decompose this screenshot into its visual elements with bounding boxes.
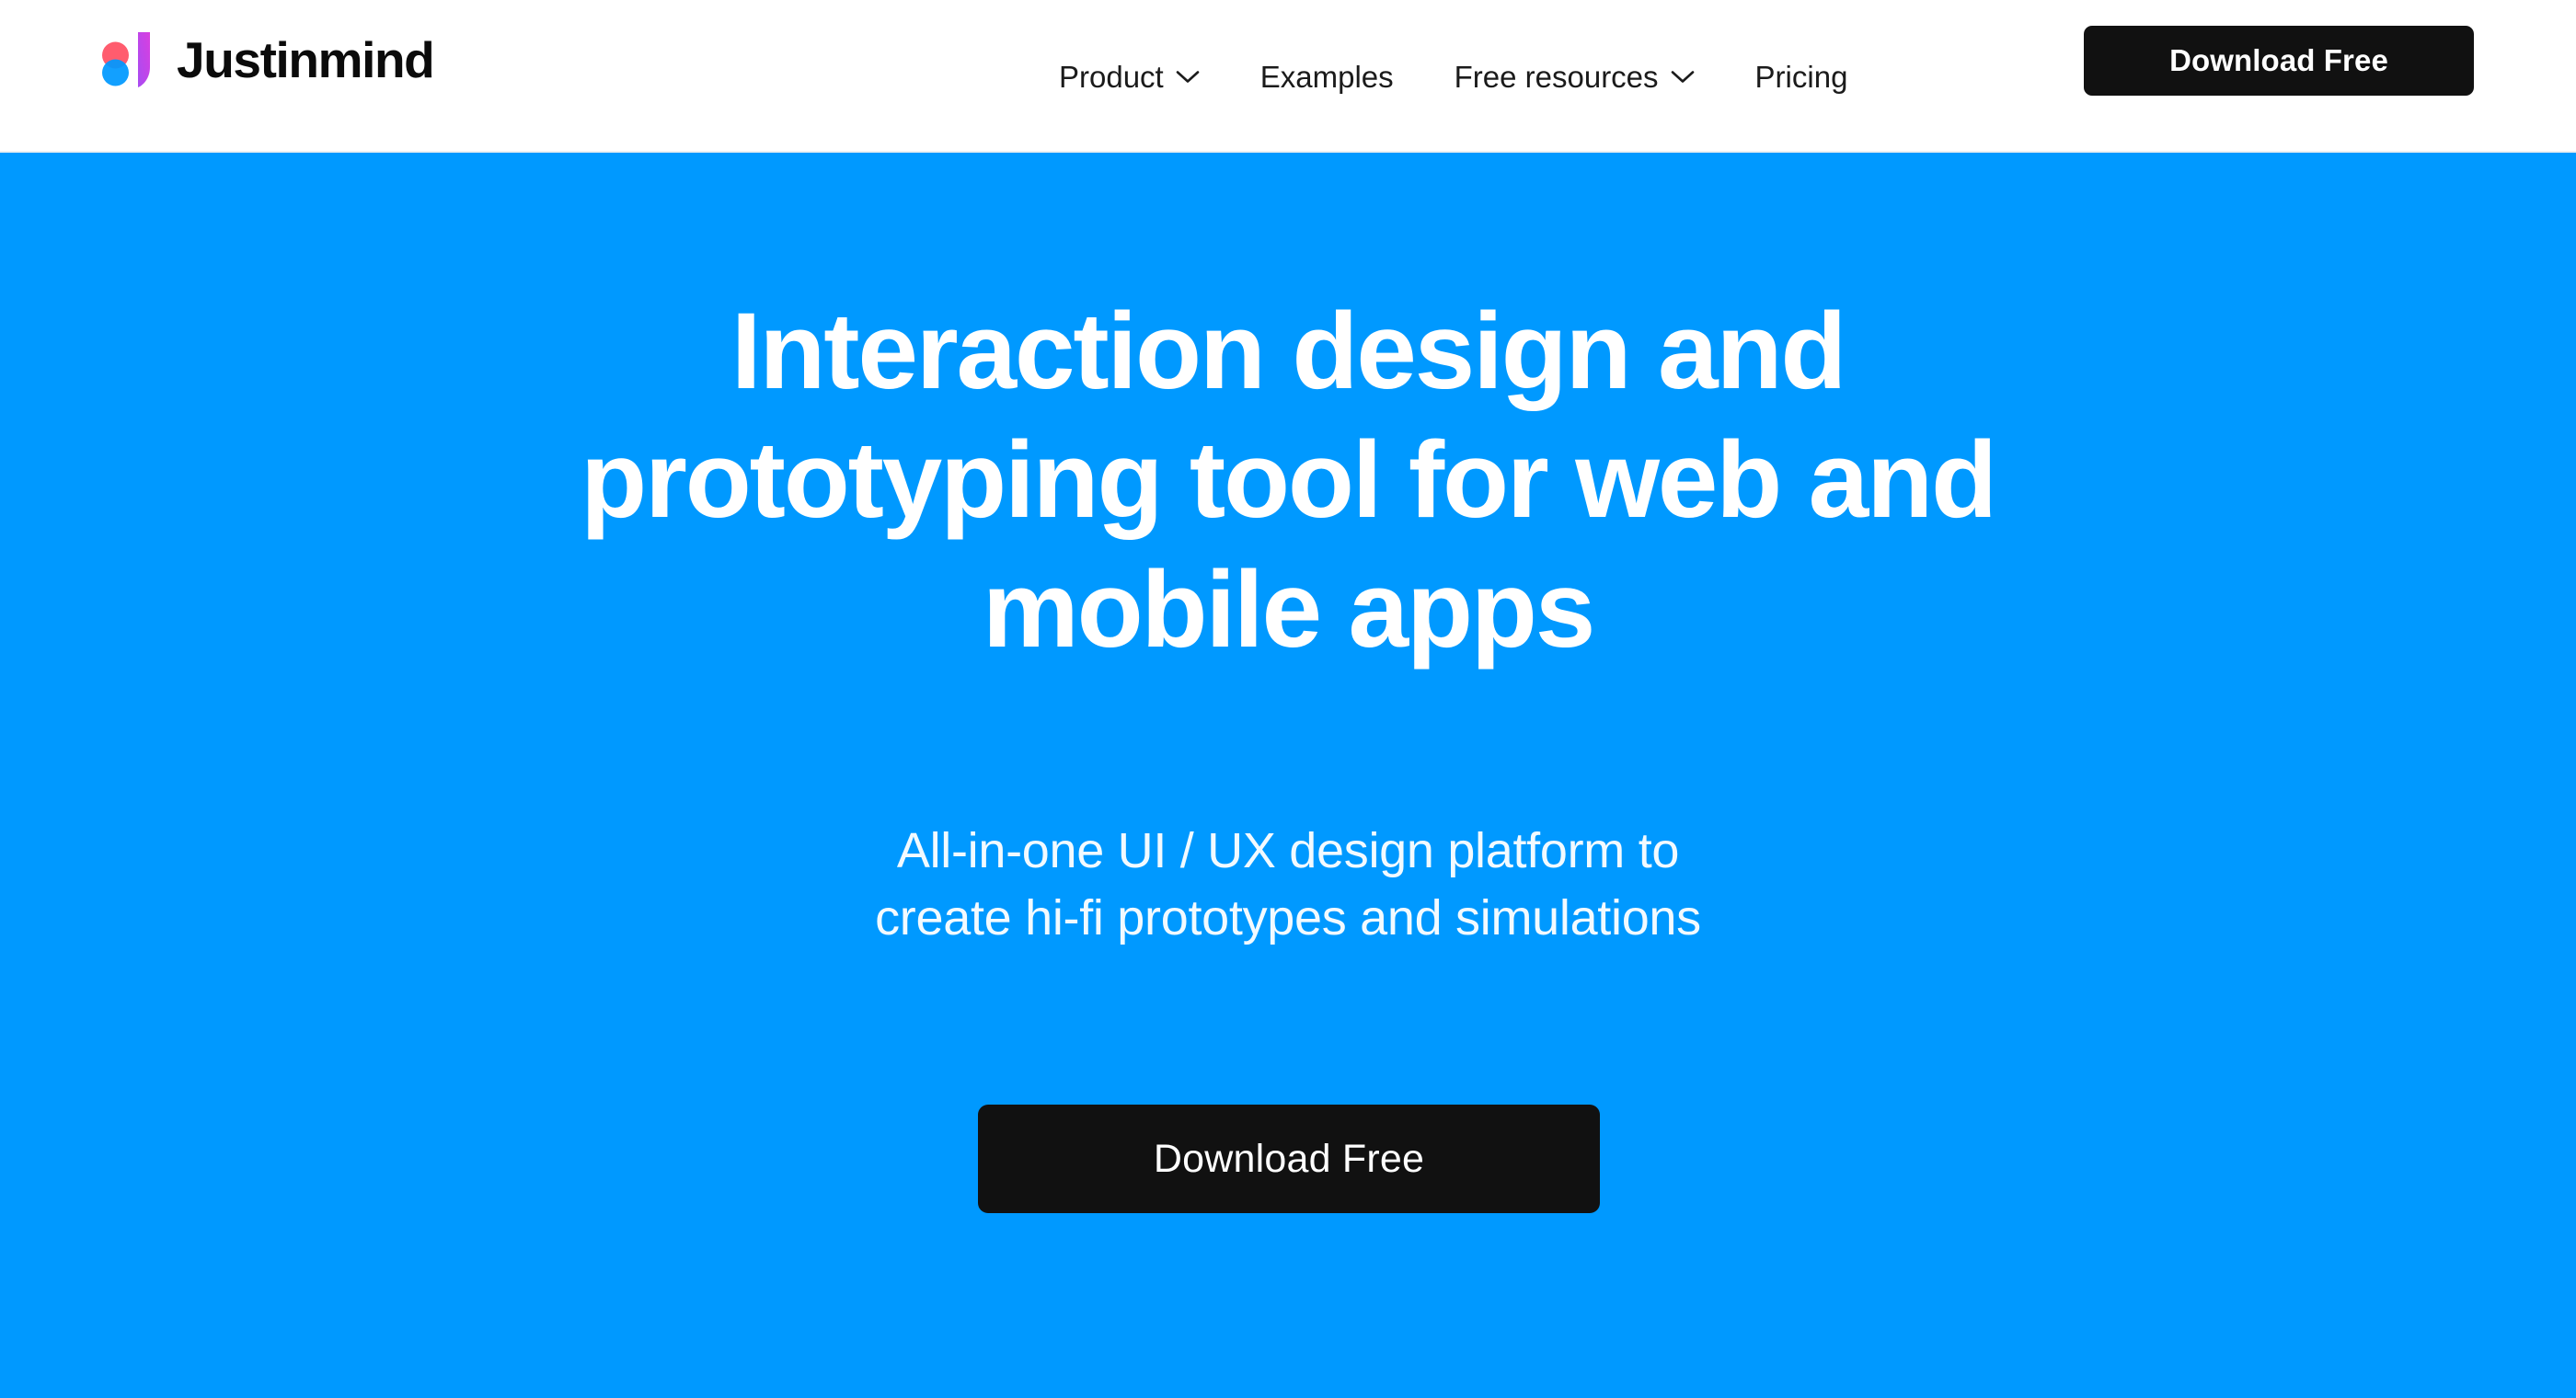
hero-headline-line-2: prototyping tool for web and xyxy=(581,419,1997,542)
chevron-down-icon xyxy=(1671,70,1695,84)
chevron-down-icon xyxy=(1176,70,1200,84)
logo-link[interactable]: Justinmind xyxy=(96,26,435,94)
main-navigation: Product Examples Free resources Pricing xyxy=(1029,0,1878,153)
hero-download-free-button[interactable]: Download Free xyxy=(978,1105,1600,1213)
nav-item-examples[interactable]: Examples xyxy=(1230,62,1424,92)
nav-item-free-resources[interactable]: Free resources xyxy=(1424,62,1725,92)
nav-item-label: Free resources xyxy=(1454,59,1659,94)
hero-subheadline: All-in-one UI / UX design platform to cr… xyxy=(0,818,2576,953)
hero-subheadline-line-1: All-in-one UI / UX design platform to xyxy=(896,823,1680,878)
nav-item-pricing[interactable]: Pricing xyxy=(1725,62,1879,92)
header-download-free-button[interactable]: Download Free xyxy=(2084,26,2474,96)
hero-headline: Interaction design and prototyping tool … xyxy=(0,287,2576,674)
nav-item-product[interactable]: Product xyxy=(1029,62,1230,92)
logo-wordmark: Justinmind xyxy=(177,30,435,88)
nav-item-label: Examples xyxy=(1259,59,1394,94)
nav-item-label: Product xyxy=(1059,59,1164,94)
hero-section: Interaction design and prototyping tool … xyxy=(0,153,2576,1398)
nav-item-label: Pricing xyxy=(1754,59,1848,94)
justinmind-logo-mark xyxy=(96,26,164,94)
hero-headline-line-3: mobile apps xyxy=(982,548,1595,670)
hero-subheadline-line-2: create hi-fi prototypes and simulations xyxy=(875,890,1701,946)
site-header: Justinmind Product Examples Free resourc… xyxy=(0,0,2576,153)
hero-headline-line-1: Interaction design and xyxy=(730,291,1847,412)
